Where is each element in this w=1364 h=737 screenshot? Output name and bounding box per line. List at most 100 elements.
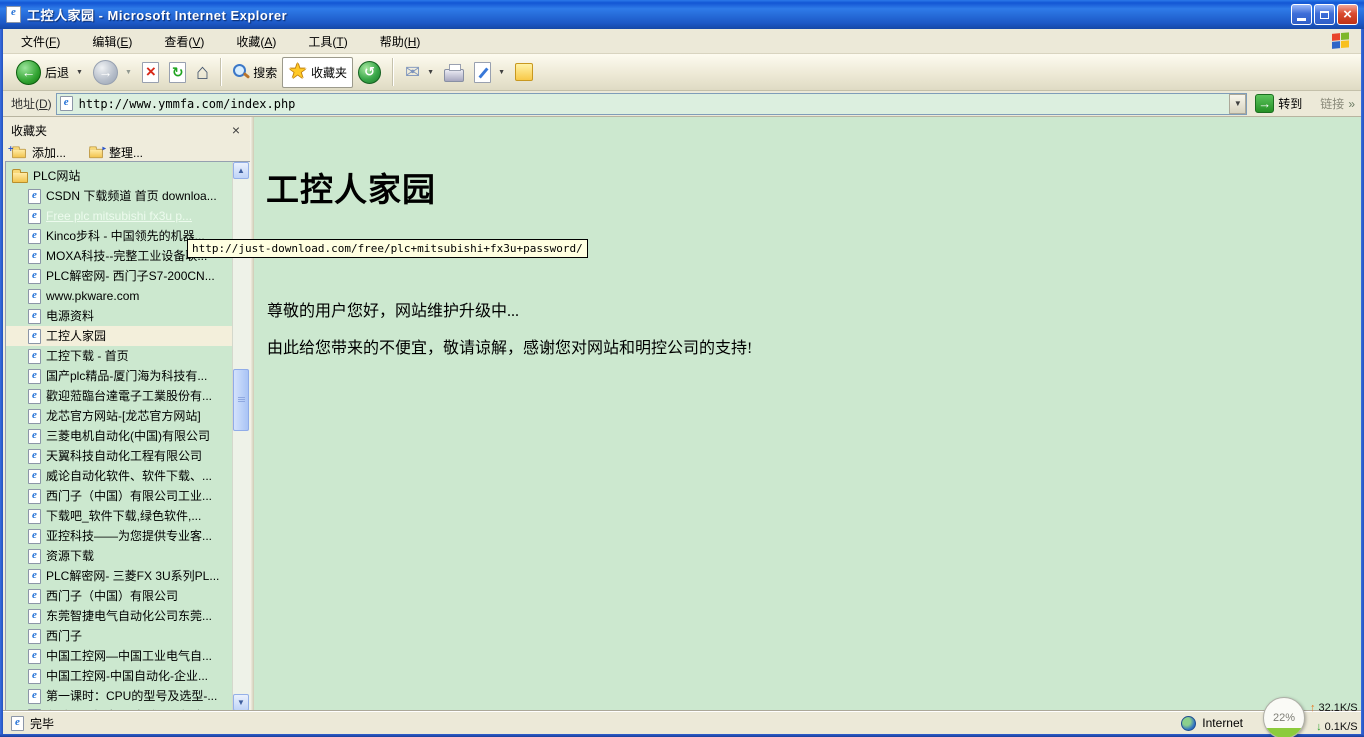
ie-page-icon (28, 309, 41, 324)
favorite-label: 第一课时：CPU的型号及选型-... (46, 686, 217, 706)
minimize-button[interactable] (1291, 4, 1312, 25)
address-input[interactable] (77, 96, 1230, 112)
favorite-item[interactable]: PLC解密网- 西门子S7-200CN... (6, 266, 233, 286)
favorite-item[interactable]: 歡迎蒞臨台達電子工業股份有... (6, 386, 233, 406)
scroll-down-button[interactable]: ▼ (233, 694, 249, 711)
favorite-label: CSDN 下载频道 首页 downloa... (46, 186, 217, 206)
ie-page-icon (28, 329, 41, 344)
menu-t[interactable]: 工具(T) (296, 30, 359, 53)
menu-bar: 文件(F) 编辑(E) 查看(V) 收藏(A) 工具(T) 帮助(H) (3, 29, 1361, 54)
ie-page-icon (28, 649, 41, 664)
favorite-item[interactable]: 中国工控网-中国自动化-企业... (6, 666, 233, 686)
search-icon (233, 64, 249, 80)
refresh-icon (169, 62, 186, 83)
messenger-button[interactable] (510, 61, 538, 83)
favorite-item[interactable]: 西门子（中国）有限公司 (6, 586, 233, 606)
favorite-item[interactable]: 中国工控网—中国工业电气自... (6, 646, 233, 666)
favorite-item[interactable]: 天翼科技自动化工程有限公司 (6, 446, 233, 466)
gauge-percent: 22% (1264, 698, 1304, 737)
menu-v[interactable]: 查看(V) (152, 30, 216, 53)
address-dropdown-button[interactable]: ▼ (1229, 94, 1246, 114)
favorite-item[interactable]: 威论自动化软件、软件下载、... (6, 466, 233, 486)
favorite-item[interactable]: www.pkware.com (6, 286, 233, 306)
scrollbar-thumb[interactable] (233, 369, 249, 431)
url-tooltip: http://just-download.com/free/plc+mitsub… (187, 239, 588, 258)
ie-page-icon (28, 689, 41, 704)
forward-button[interactable]: → ▼ (88, 58, 137, 87)
ie-page-icon (28, 409, 41, 424)
ie-page-icon (28, 209, 41, 224)
favorite-label: 西门子（中国）有限公司工业... (46, 486, 212, 506)
add-favorite-button[interactable]: 添加... (11, 144, 66, 161)
favorite-item[interactable]: 三菱电机自动化(中国)有限公司 (6, 426, 233, 446)
stop-button[interactable] (137, 60, 164, 85)
favorite-item[interactable]: 工控下载 - 首页 (6, 346, 233, 366)
ie-page-icon (28, 349, 41, 364)
favorite-label: www.pkware.com (46, 286, 139, 306)
favorites-close-icon[interactable]: × (230, 124, 242, 136)
favorite-item[interactable]: 第一课时：CPU的型号及选型-... (6, 686, 233, 706)
menu-f[interactable]: 文件(F) (9, 30, 72, 53)
favorite-item[interactable]: 龙芯官方网站-[龙芯官方网站] (6, 406, 233, 426)
favorite-item[interactable]: Free plc mitsubishi fx3u p... (6, 206, 233, 226)
menu-e[interactable]: 编辑(E) (80, 30, 144, 53)
history-button[interactable]: ↺ (353, 59, 386, 86)
back-label: 后退 (45, 64, 69, 81)
favorite-item[interactable]: 工控人家园 (6, 326, 233, 346)
scroll-up-button[interactable]: ▲ (233, 162, 249, 179)
organize-favorites-button[interactable]: 整理... (88, 144, 143, 161)
maximize-button[interactable] (1314, 4, 1335, 25)
favorites-button[interactable]: ★ 收藏夹 (282, 57, 353, 88)
favorite-item[interactable]: 国产plc精品-厦门海为科技有... (6, 366, 233, 386)
menu-a[interactable]: 收藏(A) (224, 30, 288, 53)
edit-dropdown-icon[interactable]: ▼ (498, 69, 505, 76)
favorite-item[interactable]: 亚控科技——为您提供专业客... (6, 526, 233, 546)
favorite-item[interactable]: 西门子 (6, 626, 233, 646)
favorite-item[interactable]: 西门子（中国）有限公司工业... (6, 486, 233, 506)
back-dropdown-icon[interactable]: ▼ (76, 69, 83, 76)
favorite-item[interactable]: 东莞智捷电气自动化公司东莞... (6, 606, 233, 626)
network-speed-widget[interactable]: 22% ↑ 32.1K/S ↓ 0.1K/S (1263, 697, 1363, 737)
home-button[interactable]: ⌂ (191, 60, 214, 84)
menu-h[interactable]: 帮助(H) (368, 30, 433, 53)
edit-button[interactable]: ▼ (469, 60, 510, 85)
favorite-label: 下载吧_软件下载,绿色软件,... (46, 506, 201, 526)
back-icon: ← (16, 60, 41, 85)
favorite-label: MOXA科技--完整工业设备联... (46, 246, 207, 266)
history-icon: ↺ (358, 61, 381, 84)
back-button[interactable]: ← 后退 ▼ (11, 58, 88, 87)
ie-page-icon (28, 289, 41, 304)
upload-speed: 32.1K/S (1319, 699, 1358, 718)
address-combo[interactable]: ▼ (56, 93, 1248, 115)
forward-dropdown-icon[interactable]: ▼ (125, 69, 132, 76)
refresh-button[interactable] (164, 60, 191, 85)
links-chevron-icon[interactable]: » (1348, 97, 1355, 111)
print-button[interactable] (439, 61, 469, 84)
favorite-item[interactable]: 资源下载 (6, 546, 233, 566)
mail-button[interactable]: ✉ ▼ (400, 61, 439, 83)
go-button[interactable]: → 转到 (1247, 94, 1310, 113)
favorite-item[interactable]: CSDN 下载频道 首页 downloa... (6, 186, 233, 206)
ie-page-icon (28, 269, 41, 284)
stop-icon (142, 62, 159, 83)
favorite-label: 亚控科技——为您提供专业客... (46, 526, 212, 546)
favorite-item[interactable]: 下载吧_软件下载,绿色软件,... (6, 506, 233, 526)
browser-window: 工控人家园 - Microsoft Internet Explorer × 文件… (0, 0, 1364, 737)
mail-dropdown-icon[interactable]: ▼ (427, 69, 434, 76)
favorites-folder[interactable]: PLC网站 (6, 166, 233, 186)
favorite-label: PLC网站 (33, 166, 80, 186)
add-favorite-label: 添加... (32, 144, 66, 161)
links-label[interactable]: 链接 (1320, 95, 1344, 112)
favorites-star-icon: ★ (288, 62, 307, 82)
page-title: 工控人家园 (266, 163, 436, 211)
favorite-item[interactable]: PLC解密网- 三菱FX 3U系列PL... (6, 566, 233, 586)
address-label: 地址(D) (11, 95, 52, 112)
organize-favorites-icon (89, 149, 103, 158)
close-button[interactable]: × (1337, 4, 1358, 25)
ie-page-icon (28, 249, 41, 264)
favorite-label: 西门子（中国）有限公司 (46, 586, 178, 606)
status-page-icon (11, 716, 24, 731)
search-button[interactable]: 搜索 (228, 62, 282, 83)
favorite-item[interactable]: 电源资料 (6, 306, 233, 326)
favorite-label: 工控人家园 (46, 326, 106, 346)
